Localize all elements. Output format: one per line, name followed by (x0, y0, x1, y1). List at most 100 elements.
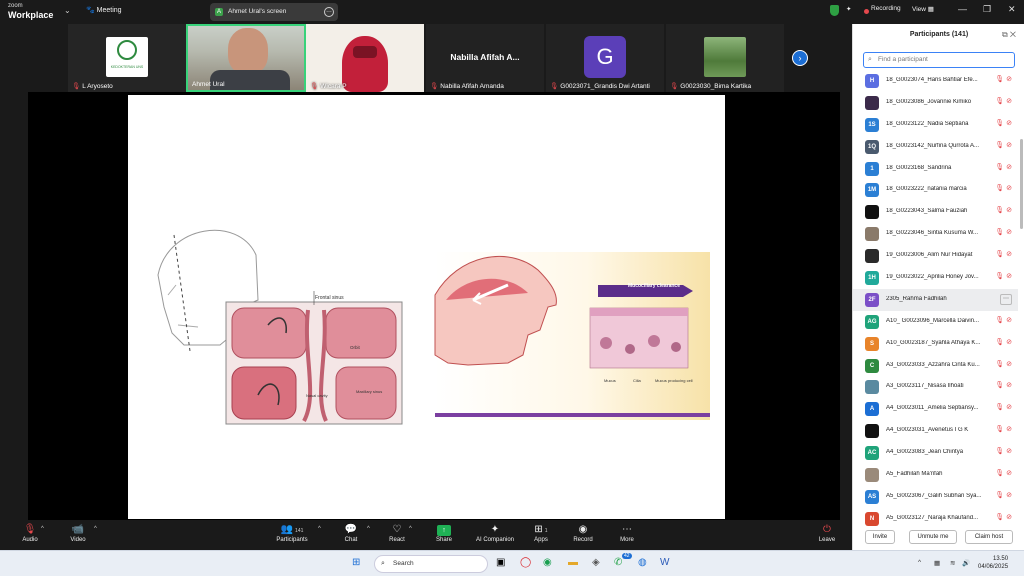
opera-icon[interactable]: ◯ (520, 557, 531, 568)
meeting-label: Meeting (96, 7, 122, 14)
video-tile[interactable]: Nabilla Afifah A... 🎙 Nabilla Afifah Aman… (426, 24, 544, 92)
participant-row[interactable]: 18_G0023086_Jovannie Kimiko 🎙⊘ (853, 92, 1018, 114)
brand-line2: Workplace (8, 10, 54, 20)
taskbar-clock[interactable]: 13.50 04/06/2025 (978, 555, 1008, 571)
participant-status-icons: 🎙⊘ (995, 513, 1014, 521)
participant-row[interactable]: A A4_G0023011_Amelia Septiansy... 🎙⊘ (853, 398, 1018, 420)
mic-off-icon: 🎙 (995, 382, 1007, 390)
participant-row[interactable]: 18_G0223043_Salma Fauziah 🎙⊘ (853, 201, 1018, 223)
mic-off-icon: 🎙 (995, 119, 1007, 127)
view-button[interactable]: View ▦ (912, 5, 934, 13)
invite-button[interactable]: Invite (865, 530, 895, 544)
mic-off-icon: 🎙 (995, 360, 1007, 368)
mic-off-icon: 🎙 (995, 141, 1007, 149)
participant-name: 18_G0023086_Jovannie Kimiko (886, 98, 972, 105)
participant-row[interactable]: 1Q 18_G0023142_Nurfina Qurrota A... 🎙⊘ (853, 136, 1018, 158)
participant-status-icons: 🎙⊘ (995, 184, 1014, 192)
tile-name: Ahmet Ural (192, 81, 225, 88)
meeting-menu[interactable]: 🐾 Meeting (86, 6, 122, 14)
participant-row[interactable]: A3_G0023117_Nisasa Ilhoati 🎙⊘ (853, 376, 1018, 398)
mucociliary-diagram: Mucociliary clearance Mucus Cilia Mucus … (434, 252, 710, 420)
participant-row[interactable]: 2F 2305_Rahma Fadhilah ⋯ (853, 288, 1018, 311)
popout-icon[interactable]: ⧉ (1002, 30, 1008, 39)
tray-overflow-icon[interactable]: ^ (918, 559, 921, 566)
video-button[interactable]: 📹 Video (48, 523, 108, 543)
chrome-icon[interactable]: ◉ (543, 557, 552, 568)
participant-row[interactable]: AS A5_G0023067_Galih Subhan Sya... 🎙⊘ (853, 486, 1018, 508)
participant-list-scrollbar[interactable] (1020, 139, 1023, 229)
claim-host-button[interactable]: Claim host (965, 530, 1013, 544)
video-off-icon: ⊘ (1006, 76, 1014, 83)
video-tile[interactable]: KEDOKTERAN UNS 🎙 L Aryoseto (68, 24, 186, 92)
zoom-app-icon[interactable]: ◍ (638, 557, 647, 568)
tray-app-icon[interactable]: ▦ (934, 559, 940, 567)
participant-row[interactable]: H 18_G0023074_Haris Bahtiar Efe... 🎙⊘ (853, 70, 1018, 92)
chevron-down-icon[interactable]: ⌄ (64, 6, 71, 15)
restore-icon[interactable]: ❐ (983, 4, 991, 15)
video-off-icon: ⊘ (1006, 141, 1014, 149)
screen-share-indicator[interactable]: A Ahmet Ural's screen … (210, 3, 338, 21)
tile-name: 🎙 L Aryoseto (72, 83, 113, 90)
video-options-icon[interactable]: ^ (94, 526, 97, 532)
participant-row[interactable]: 1 18_G0023168_Sandrina 🎙⊘ (853, 158, 1018, 180)
react-options-icon[interactable]: ^ (409, 526, 412, 532)
video-tile[interactable]: 🎙 Wicara P (306, 24, 424, 92)
close-icon[interactable]: ✕ (1008, 4, 1016, 15)
taskbar-search[interactable]: ⌕ Search (374, 555, 488, 573)
video-tile[interactable]: 🎙 G0023030_Bima Kartika (666, 24, 784, 92)
participant-name: 18_G0023168_Sandrina (886, 164, 952, 171)
file-explorer-icon[interactable]: ▬ (568, 557, 578, 568)
leave-button[interactable]: ⏻ Leave (797, 523, 857, 543)
more-icon: ⋯ (622, 524, 632, 535)
tile-name: 🎙 G0023030_Bima Kartika (670, 83, 752, 90)
video-tile-active-speaker[interactable]: Ahmet Ural (186, 24, 306, 92)
alien-app-icon[interactable]: ◈ (592, 557, 600, 568)
screen-share-label: Ahmet Ural's screen (228, 8, 287, 15)
participant-row[interactable]: AG A10_ G0023096_Marcella Daivin... 🎙⊘ (853, 311, 1018, 333)
audio-options-icon[interactable]: ^ (41, 526, 44, 532)
participant-avatar: AS (865, 489, 879, 504)
windows-start-icon[interactable]: ⊞ (352, 557, 360, 568)
sparkle-icon[interactable]: ✦ (846, 5, 851, 13)
participant-search-input[interactable]: ⌕ Find a participant (863, 52, 1015, 68)
chat-label: Chat (344, 537, 358, 543)
panel-header-icons[interactable]: ⧉ ✕ (1002, 30, 1016, 40)
participant-name: 18_G0023122_Nadia Septiana (886, 120, 969, 127)
mic-off-icon: 🎙 (995, 251, 1007, 259)
more-button[interactable]: ⋯ More (597, 523, 657, 543)
recording-label[interactable]: Recording (871, 5, 901, 12)
unmute-me-button[interactable]: Unmute me (909, 530, 957, 544)
participant-big-name: Nabilla Afifah A... (450, 52, 520, 62)
video-tile[interactable]: G 🎙 G0023071_Grandis Dwi Artanti (546, 24, 664, 92)
video-off-icon: ⊘ (1006, 185, 1014, 193)
participant-row[interactable]: 18_G0223046_Sintia Kusuma W... 🎙⊘ (853, 223, 1018, 245)
ai-label: AI Companion (475, 537, 515, 543)
more-options-icon[interactable]: … (324, 7, 334, 17)
task-view-icon[interactable]: ▣ (496, 557, 505, 568)
sharer-avatar: A (215, 8, 223, 16)
participant-more-icon[interactable]: ⋯ (1000, 293, 1012, 305)
close-panel-icon[interactable]: ✕ (1010, 30, 1016, 39)
participant-row[interactable]: 1S 18_G0023122_Nadia Septiana 🎙⊘ (853, 114, 1018, 136)
minimize-icon[interactable]: — (958, 4, 967, 14)
word-icon[interactable]: W (660, 557, 669, 568)
mic-off-icon: 🎙 (995, 316, 1007, 324)
meeting-toolbar: 🎙 Audio ^ 📹 Video ^ 👥 141 Participants ^ 💬 Ch… (0, 520, 852, 550)
participant-row[interactable]: A4_G0023031_Avenetus I G K 🎙⊘ (853, 420, 1018, 442)
participant-row[interactable]: C A3_G0023033_Azzahra Cinta Ku... 🎙⊘ (853, 355, 1018, 377)
shield-icon[interactable] (830, 5, 839, 16)
participant-row[interactable]: 1M 18_G0023222_natania marcia 🎙⊘ (853, 179, 1018, 201)
participant-row[interactable]: S A10_G0023187_Syahla Athaya K... 🎙⊘ (853, 333, 1018, 355)
wifi-icon[interactable]: ≋ (950, 559, 955, 567)
participant-row[interactable]: 1H 19_G0023022_Aprilia Honey Jov... 🎙⊘ (853, 267, 1018, 289)
volume-icon[interactable]: 🔊 (962, 559, 970, 567)
participant-name: A3_G0023033_Azzahra Cinta Ku... (886, 361, 980, 368)
whatsapp-icon[interactable]: ✆ (614, 557, 622, 568)
participant-status-icons: 🎙⊘ (995, 75, 1014, 83)
participant-row[interactable]: AC A4_G0023083_Jean Chintya 🎙⊘ (853, 442, 1018, 464)
participants-button[interactable]: 👥 141 Participants (262, 523, 322, 543)
university-logo: KEDOKTERAN UNS (106, 37, 148, 77)
participant-row[interactable]: A5_Fadhilah Ma'rifah 🎙⊘ (853, 464, 1018, 486)
next-page-arrow-icon[interactable]: › (792, 50, 808, 66)
participant-row[interactable]: 19_G0023006_Alim Nur Hidayat 🎙⊘ (853, 245, 1018, 267)
